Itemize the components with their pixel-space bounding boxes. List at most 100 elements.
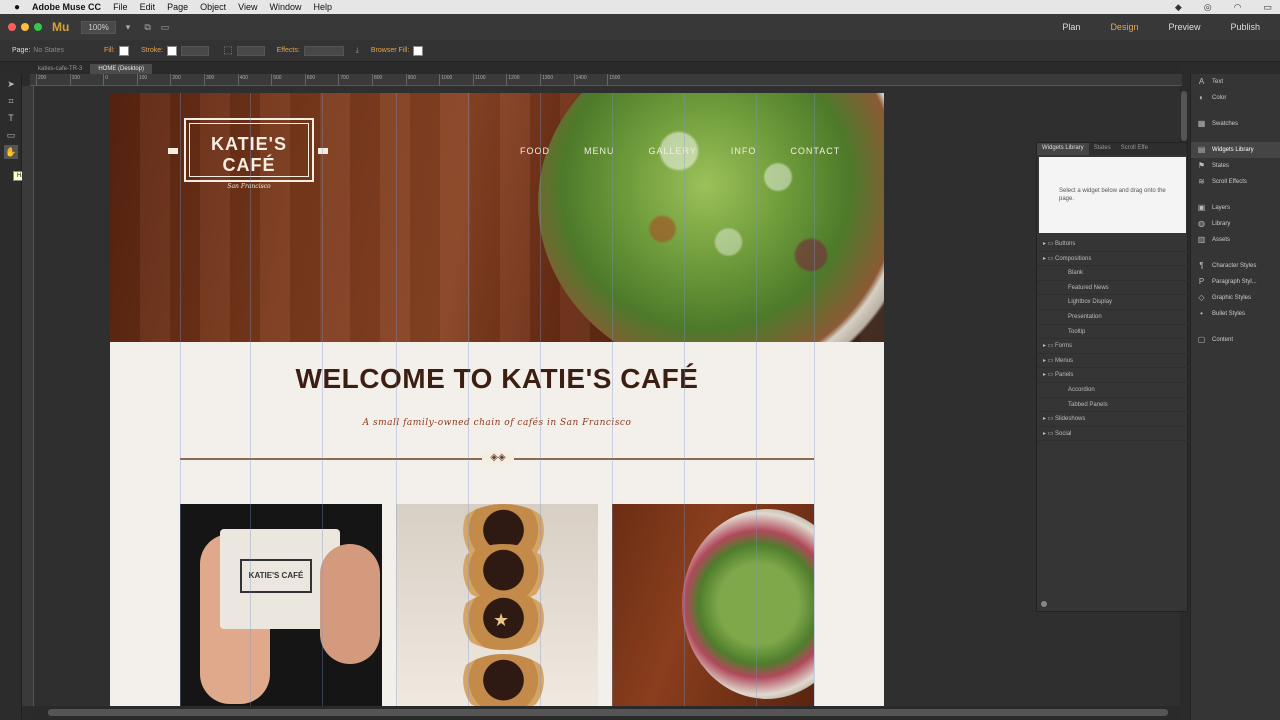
fill-swatch[interactable] — [118, 45, 129, 56]
widget-folder[interactable]: ▸ ▭ Forms — [1037, 339, 1189, 354]
tab-states[interactable]: States — [1089, 143, 1116, 155]
dock-item[interactable]: ▥ Assets — [1191, 232, 1280, 248]
nav-contact[interactable]: CONTACT — [790, 146, 840, 156]
dock-item[interactable]: A Text — [1191, 74, 1280, 90]
site-logo[interactable]: KATIE'S CAFÉ San Francisco — [184, 118, 314, 190]
dock-item[interactable]: ¶ Character Styles — [1191, 258, 1280, 274]
tagline[interactable]: A small family-owned chain of cafés in S… — [110, 418, 884, 428]
design-canvas[interactable]: KATIE'S CAFÉ San Francisco FOOD MENU GAL… — [34, 86, 1180, 706]
tab-scroll-effects[interactable]: Scroll Effe — [1116, 143, 1153, 155]
widget-item[interactable]: Accordion — [1037, 383, 1189, 398]
stroke-label[interactable]: Stroke: — [141, 47, 163, 54]
tab-home-desktop[interactable]: HOME (Desktop) — [90, 64, 153, 74]
cc-icon[interactable]: ◎ — [1204, 2, 1212, 13]
dock-item[interactable]: ▦ Swatches — [1191, 116, 1280, 132]
widget-folder[interactable]: ▸ ▭ Compositions — [1037, 252, 1189, 267]
menu-window[interactable]: Window — [270, 2, 302, 12]
nav-food[interactable]: FOOD — [520, 146, 550, 156]
folder-icon[interactable]: ▸ ▭ — [1043, 241, 1055, 247]
stroke-width-field[interactable] — [181, 45, 210, 56]
horizontal-ruler[interactable]: 200 100 0 100 200 300 400 500 600 700 800 900 1000 11… — [30, 74, 1182, 86]
widget-item[interactable]: Tooltip — [1037, 325, 1189, 340]
tab-widgets-library[interactable]: Widgets Library — [1037, 143, 1089, 155]
dock-item[interactable]: ≋ Scroll Effects — [1191, 174, 1280, 190]
text-tool-icon[interactable]: T — [4, 111, 18, 125]
photo-coffee-mug[interactable]: KATIE'S CAFÉ — [180, 504, 382, 706]
dock-item[interactable]: ▢ Content — [1191, 332, 1280, 348]
horizontal-scrollbar[interactable] — [34, 706, 1180, 720]
widget-item[interactable]: Featured News — [1037, 281, 1189, 296]
vertical-ruler[interactable] — [22, 86, 34, 706]
widget-item[interactable]: Lightbox Display — [1037, 295, 1189, 310]
menu-view[interactable]: View — [238, 2, 257, 12]
widget-folder[interactable]: ▸ ▭ Menus — [1037, 354, 1189, 369]
folder-icon[interactable]: ▸ ▭ — [1043, 372, 1055, 378]
page-state-value[interactable]: No States — [33, 47, 64, 54]
zoom-select[interactable]: 100% — [81, 20, 116, 34]
menu-object[interactable]: Object — [200, 2, 226, 12]
mode-plan[interactable]: Plan — [1062, 22, 1080, 32]
menu-edit[interactable]: Edit — [140, 2, 156, 12]
screen-mode-icon[interactable]: ▭ — [161, 22, 170, 33]
welcome-heading[interactable]: WELCOME TO KATIE'S CAFÉ — [110, 363, 884, 395]
site-page[interactable]: KATIE'S CAFÉ San Francisco FOOD MENU GAL… — [110, 93, 884, 706]
app-menu[interactable]: Adobe Muse CC — [32, 2, 101, 12]
panel-footer-icon[interactable] — [1041, 601, 1047, 607]
radius-field[interactable] — [236, 45, 265, 56]
widget-item[interactable]: Tabbed Panels — [1037, 398, 1189, 413]
nav-menu[interactable]: MENU — [584, 146, 615, 156]
nav-info[interactable]: INFO — [731, 146, 757, 156]
dock-item[interactable]: ▣ Layers — [1191, 200, 1280, 216]
mode-preview[interactable]: Preview — [1168, 22, 1200, 32]
dock-item[interactable]: P Paragraph Styl... — [1191, 274, 1280, 290]
widget-folder[interactable]: ▸ ▭ Slideshows — [1037, 412, 1189, 427]
browser-fill-swatch[interactable] — [413, 45, 424, 56]
horizontal-scroll-thumb[interactable] — [48, 709, 1168, 716]
browser-fill-label[interactable]: Browser Fill: — [371, 47, 410, 54]
folder-icon[interactable]: ▸ ▭ — [1043, 256, 1055, 262]
selection-tool-icon[interactable]: ➤ — [4, 77, 18, 91]
minimize-window-icon[interactable] — [21, 23, 29, 31]
dock-item[interactable]: ◍ Library — [1191, 216, 1280, 232]
menu-file[interactable]: File — [113, 2, 128, 12]
wifi-icon[interactable]: ◠ — [1234, 2, 1242, 13]
folder-icon[interactable]: ▸ ▭ — [1043, 431, 1055, 437]
widget-folder[interactable]: ▸ ▭ Panels — [1037, 368, 1189, 383]
dock-item[interactable]: ▤ Widgets Library — [1191, 142, 1280, 158]
tab-katies-cafe[interactable]: katies-cafe-TR-3 — [30, 64, 90, 74]
folder-icon[interactable]: ▸ ▭ — [1043, 358, 1055, 364]
mode-design[interactable]: Design — [1110, 22, 1138, 32]
view-options-icon[interactable]: ▾ — [126, 22, 131, 33]
fill-label[interactable]: Fill: — [104, 47, 115, 54]
vertical-scroll-thumb[interactable] — [1181, 91, 1187, 141]
dock-item[interactable]: ⚑ States — [1191, 158, 1280, 174]
mode-publish[interactable]: Publish — [1230, 22, 1260, 32]
download-icon[interactable]: ⤓ — [356, 47, 359, 55]
photo-salad[interactable] — [612, 504, 814, 706]
apple-icon[interactable]: ● — [14, 2, 20, 13]
menu-help[interactable]: Help — [314, 2, 333, 12]
close-window-icon[interactable] — [8, 23, 16, 31]
dock-item[interactable]: ◇ Graphic Styles — [1191, 290, 1280, 306]
widget-item[interactable]: Presentation — [1037, 310, 1189, 325]
nav-gallery[interactable]: GALLERY — [649, 146, 697, 156]
corner-radius-icon[interactable]: ⬚ — [223, 45, 232, 56]
effects-label[interactable]: Effects: — [277, 47, 300, 54]
folder-icon[interactable]: ▸ ▭ — [1043, 416, 1055, 422]
dock-item[interactable]: • Bullet Styles — [1191, 306, 1280, 322]
hero-header[interactable]: KATIE'S CAFÉ San Francisco FOOD MENU GAL… — [110, 93, 884, 342]
stroke-swatch[interactable] — [167, 45, 178, 56]
battery-icon[interactable]: ▭ — [1263, 2, 1272, 13]
dropbox-icon[interactable]: ◆ — [1175, 2, 1182, 13]
hand-tool-icon[interactable]: ✋ — [4, 145, 18, 159]
rectangle-tool-icon[interactable]: ▭ — [4, 128, 18, 142]
crop-tool-icon[interactable]: ⌗ — [4, 94, 18, 108]
widget-folder[interactable]: ▸ ▭ Buttons — [1037, 237, 1189, 252]
folder-icon[interactable]: ▸ ▭ — [1043, 343, 1055, 349]
dock-item[interactable]: ◐ Color — [1191, 90, 1280, 106]
zoom-window-icon[interactable] — [34, 23, 42, 31]
photo-tarts[interactable]: ★ — [396, 504, 598, 706]
widget-item[interactable]: Blank — [1037, 266, 1189, 281]
widget-folder[interactable]: ▸ ▭ Social — [1037, 427, 1189, 442]
menu-page[interactable]: Page — [167, 2, 188, 12]
